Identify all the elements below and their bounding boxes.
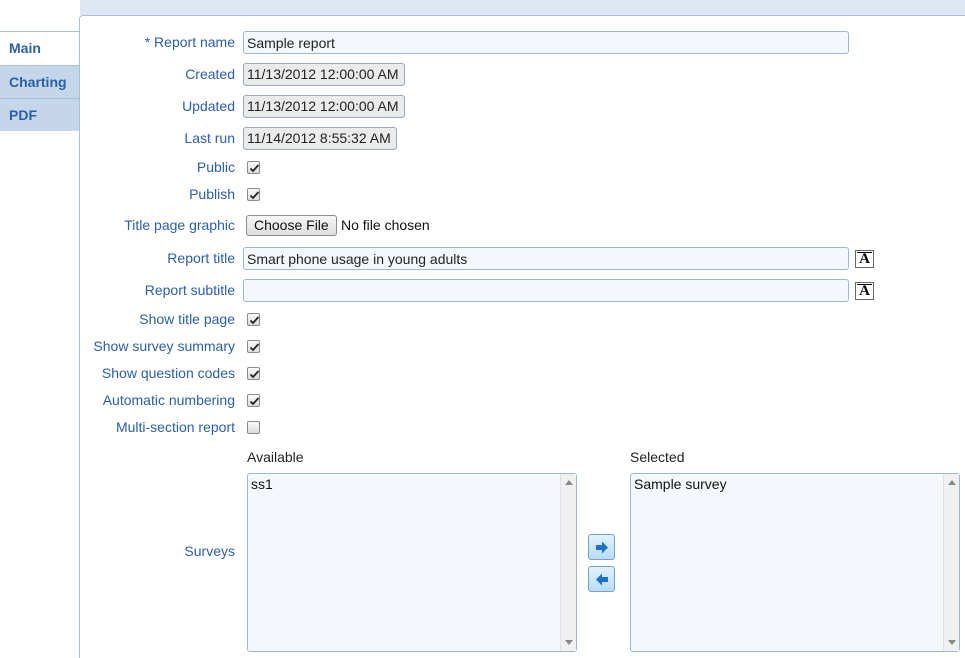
available-header: Available [247,449,304,465]
tab-strip: Main Charting PDF [0,0,80,658]
report-title-label: Report title [167,250,235,266]
choose-file-button[interactable]: Choose File [246,215,337,236]
report-subtitle-font-icon[interactable]: A [855,282,874,300]
available-surveys-list[interactable]: ss1 [247,473,577,652]
publish-label: Publish [189,186,235,202]
arrow-right-icon [596,541,608,554]
multi-section-report-label: Multi-section report [115,419,235,435]
report-subtitle-label: Report subtitle [144,282,235,298]
show-question-codes-label: Show question codes [101,365,235,381]
list-item[interactable]: ss1 [251,476,273,492]
tab-pdf[interactable]: PDF [0,98,80,131]
check-icon [249,164,260,173]
report-name-label: * Report name [144,34,235,50]
remove-survey-button[interactable] [588,566,615,592]
check-icon [249,397,260,406]
scroll-down-icon[interactable] [948,640,956,645]
title-page-graphic-label: Title page graphic [124,217,235,233]
add-survey-button[interactable] [588,534,615,560]
show-title-page-label: Show title page [139,311,235,327]
report-title-font-icon[interactable]: A [855,250,874,268]
public-label: Public [196,159,235,175]
check-icon [249,343,260,352]
top-bar [0,0,965,15]
available-list-scrollbar[interactable] [560,474,576,651]
last-run-field: 11/14/2012 8:55:32 AM [243,127,397,150]
report-subtitle-input[interactable] [243,279,849,302]
selected-list-scrollbar[interactable] [943,474,959,651]
created-field: 11/13/2012 12:00:00 AM [243,63,405,86]
selected-surveys-list[interactable]: Sample survey [630,473,960,652]
scroll-down-icon[interactable] [565,640,573,645]
check-icon [249,191,260,200]
public-checkbox[interactable] [247,161,260,174]
show-survey-summary-checkbox[interactable] [247,340,260,353]
scroll-up-icon[interactable] [565,480,573,485]
check-icon [249,370,260,379]
automatic-numbering-checkbox[interactable] [247,394,260,407]
created-label: Created [185,66,235,82]
surveys-label: Surveys [184,543,235,559]
show-title-page-checkbox[interactable] [247,313,260,326]
last-run-label: Last run [184,130,235,146]
tab-charting[interactable]: Charting [0,65,80,98]
multi-section-report-checkbox[interactable] [247,421,260,434]
report-title-input[interactable] [243,247,849,270]
selected-header: Selected [630,449,685,465]
scroll-up-icon[interactable] [948,480,956,485]
updated-field: 11/13/2012 12:00:00 AM [243,95,405,118]
arrow-left-icon [596,573,608,586]
report-name-input[interactable] [243,31,849,54]
publish-checkbox[interactable] [247,188,260,201]
updated-label: Updated [182,98,235,114]
tab-main[interactable]: Main [0,31,80,64]
check-icon [249,316,260,325]
list-item[interactable]: Sample survey [634,476,727,492]
show-survey-summary-label: Show survey summary [93,338,235,354]
automatic-numbering-label: Automatic numbering [102,392,235,408]
show-question-codes-checkbox[interactable] [247,367,260,380]
file-status-text: No file chosen [341,217,430,233]
